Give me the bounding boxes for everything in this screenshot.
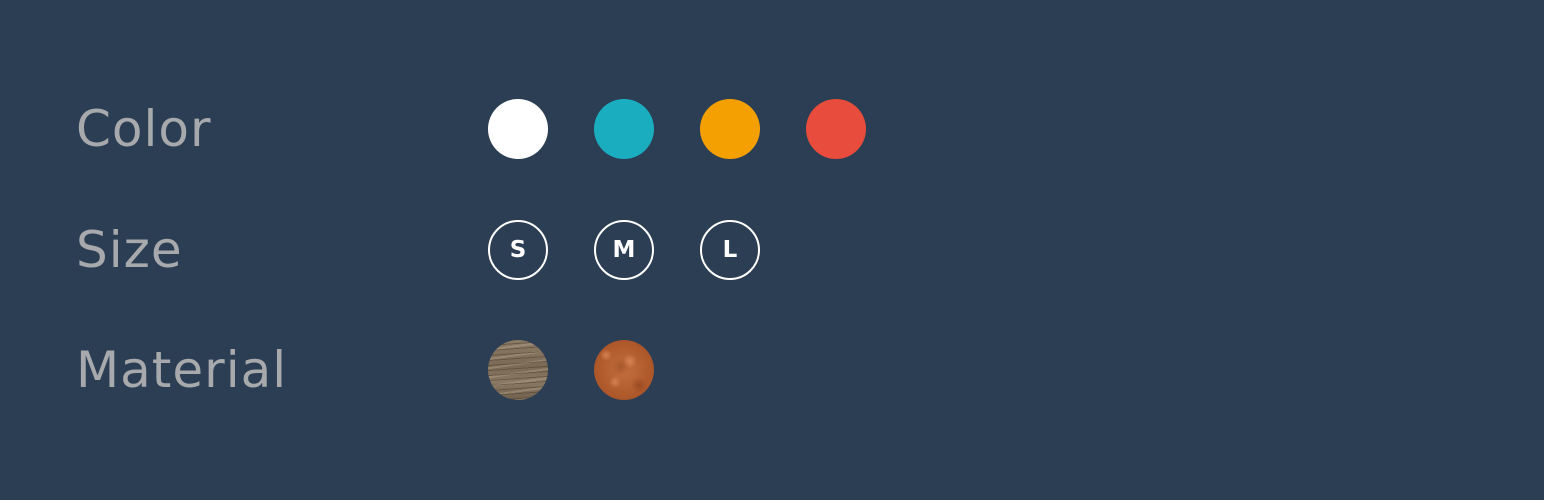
size-option-row: Size S M L: [0, 220, 1544, 280]
color-swatch-white[interactable]: [488, 99, 548, 159]
material-swatch-leather[interactable]: [594, 340, 654, 400]
material-label: Material: [76, 341, 288, 399]
color-swatch-orange[interactable]: [700, 99, 760, 159]
material-swatch-wood[interactable]: [488, 340, 548, 400]
size-swatch-l[interactable]: L: [700, 220, 760, 280]
size-swatch-s[interactable]: S: [488, 220, 548, 280]
size-swatch-m[interactable]: M: [594, 220, 654, 280]
size-label: Size: [76, 221, 183, 279]
material-option-row: Material: [0, 340, 1544, 400]
color-swatch-red[interactable]: [806, 99, 866, 159]
color-label: Color: [76, 100, 212, 158]
color-swatch-teal[interactable]: [594, 99, 654, 159]
color-option-row: Color: [0, 99, 1544, 159]
